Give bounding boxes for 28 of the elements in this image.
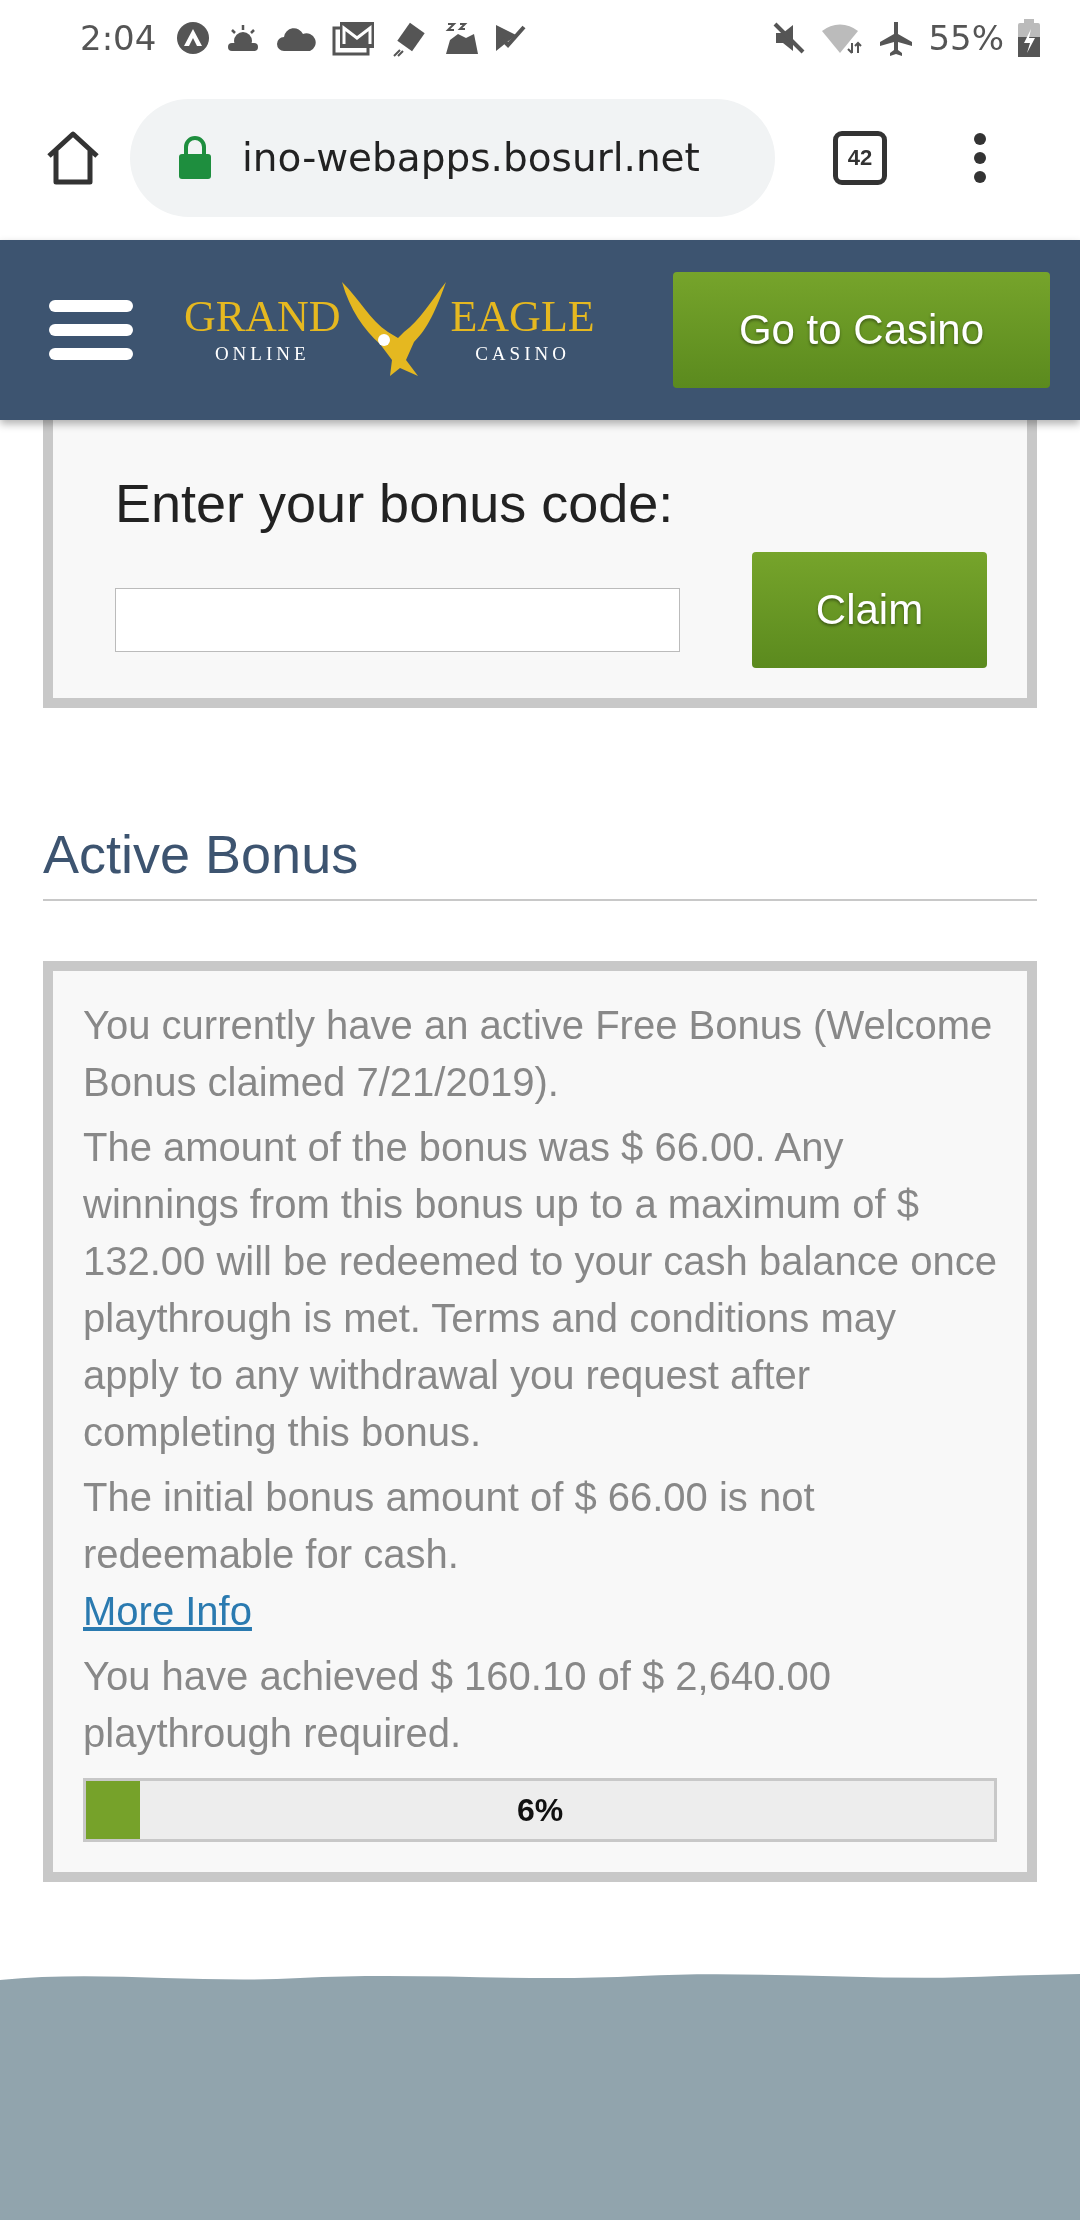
more-options-icon[interactable]	[973, 131, 987, 184]
claim-button[interactable]: Claim	[752, 552, 987, 668]
tab-count-button[interactable]: 42	[833, 130, 887, 185]
bonus-text: The initial bonus amount of $ 66.00 is not redeemable for cash.	[83, 1474, 816, 1578]
mute-icon	[772, 20, 807, 55]
go-to-casino-button[interactable]: Go to Casino	[673, 272, 1050, 388]
status-time: 2:04	[80, 17, 157, 58]
app-notification-icon	[176, 20, 211, 55]
url-text: ino-webapps.bosurl.net	[242, 135, 700, 180]
menu-icon[interactable]	[48, 299, 134, 361]
logo-subword: ONLINE	[214, 343, 310, 365]
logo-word: EAGLE	[450, 295, 595, 339]
lock-icon	[178, 135, 212, 180]
bonus-code-field[interactable]	[115, 588, 680, 652]
airplane-icon	[878, 19, 915, 56]
mail-icon	[332, 19, 377, 56]
bonus-text: You have achieved $ 160.10 of $ 2,640.00 playthrough required.	[83, 1653, 833, 1757]
progress-label: 6%	[516, 1791, 564, 1829]
bonus-code-title: Enter your bonus code:	[115, 472, 675, 534]
bonus-text: The amount of the bonus was $ 66.00. Any winnings from this bonus up to a maximum of $ 132.00 will be redeemed to your cash balance once playthrough is met. Terms and conditions may apply to any withdrawal you request after completing this bonus.	[83, 1124, 997, 1456]
address-bar[interactable]: ino-webapps.bosurl.net	[130, 98, 775, 217]
bonus-text: You currently have an active Free Bonus (Welcome Bonus claimed 7/21/2019).	[83, 1002, 994, 1106]
more-info-link[interactable]: More Info	[83, 1583, 252, 1640]
logo-subword: CASINO	[475, 343, 570, 365]
battery-charging-icon	[1018, 18, 1040, 57]
logo-word: GRAND	[184, 295, 341, 339]
battery-percentage: 55%	[928, 17, 1004, 58]
section-heading: Active Bonus	[43, 823, 360, 885]
